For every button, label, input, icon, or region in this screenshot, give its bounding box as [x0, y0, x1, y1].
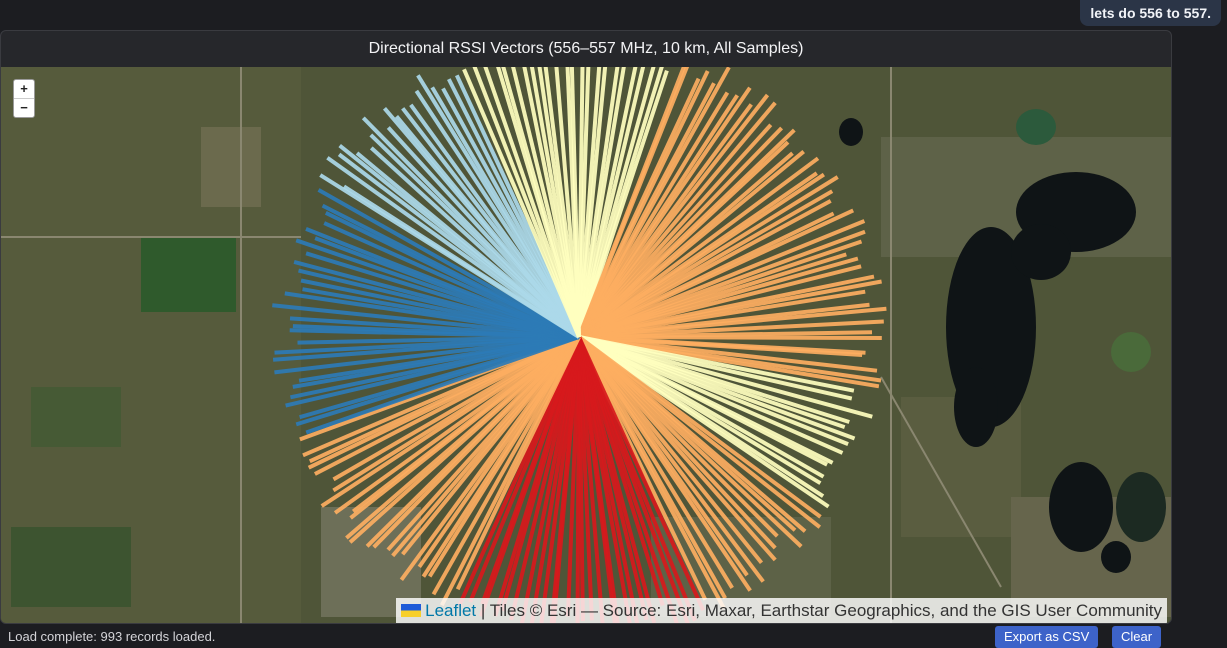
- leaflet-link[interactable]: Leaflet: [425, 601, 476, 620]
- chat-message: lets do 556 to 557.: [1080, 0, 1221, 26]
- zoom-control: + −: [13, 79, 35, 118]
- panel-title: Directional RSSI Vectors (556–557 MHz, 1…: [368, 40, 804, 57]
- rssi-vectors: [272, 67, 887, 623]
- map-attribution: Leaflet | Tiles © Esri — Source: Esri, M…: [396, 598, 1167, 623]
- zoom-in-button[interactable]: +: [14, 80, 34, 98]
- side-strip: [1172, 30, 1227, 622]
- attribution-text: | Tiles © Esri — Source: Esri, Maxar, Ea…: [476, 601, 1162, 620]
- map-panel: Directional RSSI Vectors (556–557 MHz, 1…: [0, 30, 1172, 624]
- zoom-out-button[interactable]: −: [14, 98, 34, 117]
- ukraine-flag-icon: [401, 604, 422, 617]
- status-text: Load complete: 993 records loaded.: [8, 629, 216, 644]
- satellite-map[interactable]: + − Leaflet | Tiles © Esri — Source: Esr…: [1, 67, 1171, 623]
